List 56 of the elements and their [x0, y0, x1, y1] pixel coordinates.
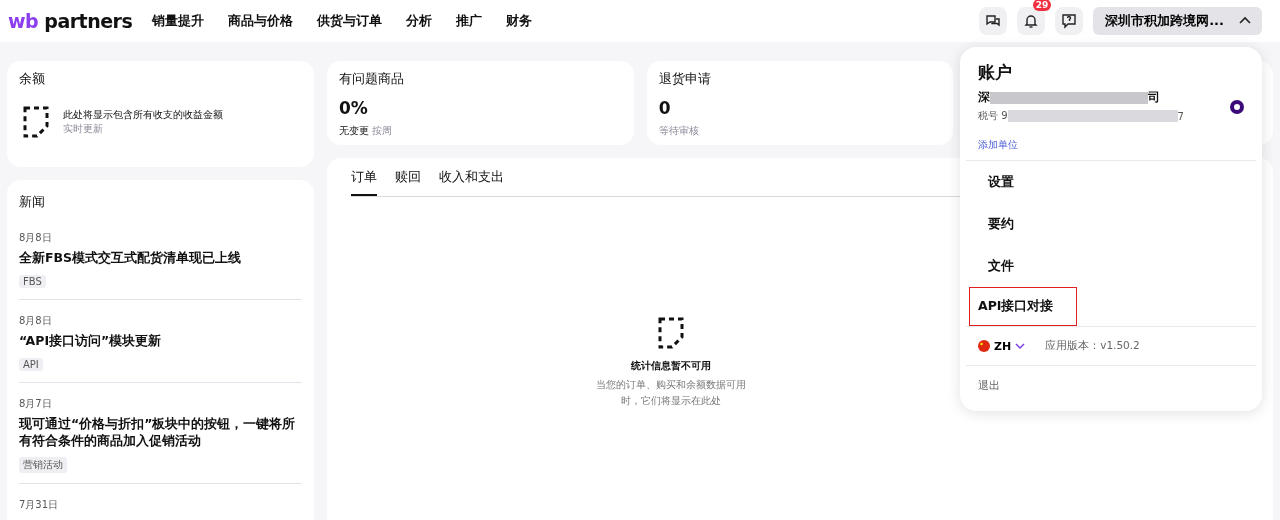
logout-link[interactable]: 退出	[960, 366, 1262, 406]
news-tag: API	[19, 358, 43, 371]
stats-tab[interactable]: 赎回	[395, 166, 421, 196]
flag-icon	[978, 340, 990, 352]
news-tag: 营销活动	[19, 457, 67, 473]
app-version: 应用版本：v1.50.2	[1045, 339, 1140, 353]
balance-note: 实时更新	[63, 122, 104, 136]
chat-button[interactable]	[979, 7, 1008, 35]
news-title[interactable]: 全新FBS模式交互式配货清单现已上线	[19, 249, 302, 266]
nav-link[interactable]: 推广	[456, 12, 482, 30]
radio-button[interactable]	[1230, 99, 1244, 114]
help-button[interactable]	[1055, 7, 1084, 35]
tax-number: 税号 9 7	[978, 109, 1184, 123]
news-date: 8月7日	[19, 397, 53, 411]
logo[interactable]: wb partners	[8, 10, 152, 32]
balance-text: 此处将显示包含所有收支的收益金额	[63, 108, 223, 122]
menu-item[interactable]: 要约	[969, 203, 1080, 245]
chat-icon	[985, 13, 1002, 29]
card-title: 新闻	[19, 193, 46, 211]
bell-icon	[1023, 13, 1040, 29]
nav-link[interactable]: 商品与价格	[228, 12, 293, 30]
nav-link[interactable]: 销量提升	[152, 12, 204, 30]
news-title[interactable]: 现可通过“价格与折扣”板块中的按钮，一键将所有符合条件的商品加入促销活动	[19, 415, 302, 449]
news-tag: FBS	[19, 275, 46, 288]
nav-link[interactable]: 分析	[406, 12, 432, 30]
card-title: 余额	[19, 70, 46, 88]
metric-value: 0%	[339, 98, 369, 118]
stats-tab[interactable]: 订单	[351, 166, 377, 196]
news-date: 7月31日	[19, 498, 60, 512]
status-text: 等待审核	[658, 124, 700, 138]
empty-text: 当您的订单、购买和余额数据可用时，它们将显示在此处	[596, 378, 746, 408]
news-date: 8月8日	[19, 314, 53, 328]
stats-tab[interactable]: 收入和支出	[439, 166, 504, 196]
card-title: 退货申请	[658, 70, 712, 88]
news-title[interactable]: “API接口访问”模块更新	[19, 332, 302, 349]
language-selector[interactable]: ZH	[978, 339, 1026, 353]
menu-title: 账户	[977, 61, 1013, 84]
menu-item[interactable]: 文件	[969, 245, 1080, 287]
metric-value: 0	[658, 98, 672, 118]
empty-document-icon	[658, 317, 684, 349]
card-title: 有问题商品	[339, 70, 405, 88]
account-button[interactable]: 深圳市积加跨境网...	[1093, 7, 1262, 35]
menu-item[interactable]: 设置	[969, 161, 1080, 203]
menu-item[interactable]: API接口对接	[969, 287, 1077, 326]
empty-document-icon	[23, 106, 49, 138]
notification-count: 29	[1032, 0, 1052, 11]
empty-title: 统计信息暂不可用	[631, 359, 711, 373]
news-date: 8月8日	[19, 231, 53, 245]
add-unit-link[interactable]: 添加单位	[960, 138, 1262, 152]
nav-link[interactable]: 供货与订单	[317, 12, 382, 30]
nav-link[interactable]: 财务	[506, 12, 532, 30]
change-text: 无变更	[339, 125, 369, 136]
period-text: 按周	[372, 125, 393, 136]
notifications-button[interactable]	[1017, 7, 1046, 35]
chevron-icon	[1015, 342, 1026, 350]
help-icon	[1061, 13, 1078, 29]
